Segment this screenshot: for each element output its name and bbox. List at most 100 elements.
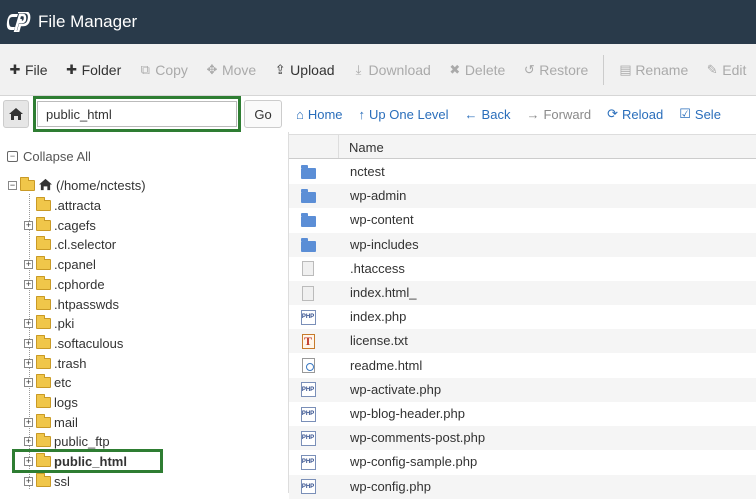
folder-icon: [36, 472, 51, 487]
folder-open-icon: [20, 177, 35, 191]
file-row[interactable]: PHP wp-config-sample.php: [289, 450, 756, 474]
tree-expand-icon[interactable]: +: [24, 417, 33, 427]
nav-up-one-level-button[interactable]: ↑ Up One Level: [351, 107, 457, 122]
folder-icon: [36, 236, 51, 251]
toolbar-move-button[interactable]: ✥ Move: [197, 55, 265, 85]
nav-sele-button[interactable]: ☑ Sele: [671, 106, 729, 122]
nav-reload-button[interactable]: ⟳ Reload: [599, 106, 671, 122]
icon-column-header[interactable]: [289, 135, 339, 158]
folder-icon: [300, 237, 316, 253]
tree-item-label: .cpanel: [54, 257, 96, 273]
file-row[interactable]: PHP wp-activate.php: [289, 377, 756, 402]
nav-forward-label: Forward: [543, 106, 592, 122]
select-icon: ☑: [679, 106, 691, 121]
toolbar-restore-label: Restore: [539, 61, 589, 78]
home-directory-button[interactable]: [3, 100, 29, 128]
nav-back-label: Back: [481, 106, 511, 122]
toolbar-edit-button[interactable]: ✎ Edit: [697, 55, 755, 85]
file-row[interactable]: wp-content: [289, 208, 756, 232]
toolbar-upload-button[interactable]: ⇪ Upload: [265, 55, 343, 85]
folder-icon: [36, 354, 51, 369]
go-button[interactable]: Go: [244, 100, 282, 128]
folder-icon: [36, 394, 51, 408]
file-row[interactable]: .htaccess: [289, 257, 756, 281]
folder-icon: [36, 413, 51, 428]
tree-item-attracta[interactable]: .attracta: [24, 196, 101, 215]
tree-expand-icon[interactable]: +: [24, 358, 33, 368]
php-file-icon: PHP: [300, 406, 316, 422]
collapse-all-label: Collapse All: [23, 149, 91, 164]
home-icon: [38, 178, 53, 194]
collapse-all-button[interactable]: − Collapse All: [7, 149, 91, 164]
file-row[interactable]: readme.html: [289, 354, 756, 378]
tree-item-softaculous[interactable]: + .softaculous: [24, 334, 123, 353]
tree-item-pki[interactable]: + .pki: [24, 314, 74, 333]
file-row[interactable]: wp-includes: [289, 232, 756, 257]
tree-expand-icon[interactable]: +: [24, 279, 33, 289]
tree-item-cl-selector[interactable]: .cl.selector: [24, 235, 116, 254]
tree-item-label: .trash: [54, 355, 87, 371]
title-bar: File Manager: [0, 0, 756, 44]
toolbar-file-button[interactable]: ✚ File: [0, 55, 57, 85]
download-icon: ⤓: [355, 61, 362, 77]
toolbar-download-label: Download: [368, 61, 431, 78]
nav-forward-button[interactable]: → Forward: [518, 107, 599, 122]
nav-reload-label: Reload: [622, 106, 664, 122]
nav-sele-label: Sele: [694, 106, 721, 122]
tree-expand-icon[interactable]: +: [24, 260, 33, 270]
nav-home-label: Home: [307, 106, 343, 122]
tree-item-htpasswds[interactable]: .htpasswds: [24, 295, 119, 314]
file-row[interactable]: PHP wp-blog-header.php: [289, 402, 756, 426]
tree-expand-icon[interactable]: +: [24, 338, 33, 348]
tree-expand-icon[interactable]: +: [24, 220, 33, 230]
collapse-icon: −: [7, 151, 18, 162]
nav-back-button[interactable]: ← Back: [457, 107, 519, 122]
file-row[interactable]: PHP index.php: [289, 305, 756, 329]
plus-icon: ✚: [9, 61, 21, 77]
tree-item-ssl[interactable]: + ssl: [24, 472, 70, 491]
file-name: wp-comments-post.php: [350, 430, 486, 446]
file-name: index.php: [350, 309, 407, 325]
toolbar-download-button[interactable]: ⤓ Download: [344, 55, 440, 85]
tree-item-logs[interactable]: logs: [24, 393, 78, 412]
file-row[interactable]: nctest: [289, 160, 756, 184]
tree-item-cpanel[interactable]: + .cpanel: [24, 255, 96, 274]
folder-icon: [36, 334, 51, 349]
tree-expand-icon[interactable]: +: [24, 437, 33, 447]
tree-item-trash[interactable]: + .trash: [24, 354, 87, 373]
php-file-icon: PHP: [300, 309, 316, 325]
tree-item-label: .cagefs: [54, 217, 96, 233]
toolbar-file-label: File: [25, 61, 48, 78]
toolbar-rename-button[interactable]: ▤ Rename: [610, 55, 697, 85]
nav-home-button[interactable]: ⌂ Home: [288, 107, 351, 122]
tree-item-mail[interactable]: + mail: [24, 413, 78, 432]
toolbar-delete-button[interactable]: ✖ Delete: [440, 55, 514, 85]
toolbar-copy-label: Copy: [155, 61, 188, 78]
file-row[interactable]: PHP wp-comments-post.php: [289, 426, 756, 451]
tree-item-etc[interactable]: + etc: [24, 373, 71, 392]
tree-item-cagefs[interactable]: + .cagefs: [24, 216, 96, 235]
name-column-header[interactable]: Name: [349, 140, 384, 155]
toolbar-folder-button[interactable]: ✚ Folder: [57, 55, 131, 85]
plus-icon: ✚: [66, 61, 78, 77]
nav-up-one-level-label: Up One Level: [369, 106, 449, 122]
tree-item-cphorde[interactable]: + .cphorde: [24, 275, 105, 294]
arrow-right-icon: →: [526, 106, 540, 122]
toolbar-restore-button[interactable]: ↺ Restore: [514, 55, 597, 85]
folder-icon: [300, 164, 316, 180]
file-row[interactable]: Tlicense.txt: [289, 329, 756, 354]
tree-expand-icon[interactable]: +: [24, 476, 33, 486]
folder-icon: [36, 295, 51, 310]
restore-icon: ↺: [523, 61, 535, 77]
toolbar-copy-button[interactable]: ⧉ Copy: [130, 55, 197, 85]
tree-item-label: .cphorde: [54, 276, 105, 292]
tree-expand-icon[interactable]: +: [24, 378, 33, 388]
file-row[interactable]: index.html_: [289, 281, 756, 305]
tree-root[interactable]: − (/home/nctests): [8, 176, 146, 195]
file-row[interactable]: PHP wp-config.php: [289, 474, 756, 499]
file-row[interactable]: wp-admin: [289, 184, 756, 209]
cpanel-logo-icon: [5, 11, 33, 33]
folder-icon: [36, 374, 51, 389]
tree-collapse-icon[interactable]: −: [8, 181, 17, 190]
tree-expand-icon[interactable]: +: [24, 319, 33, 329]
